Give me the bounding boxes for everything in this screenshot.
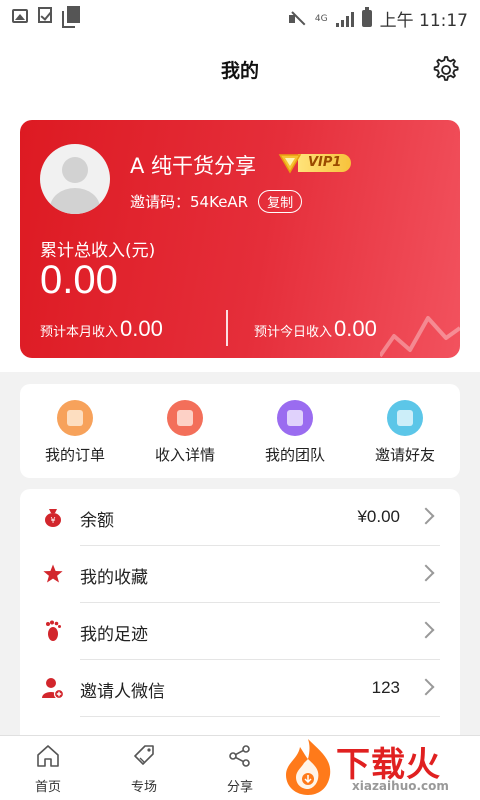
today-income-value: 0.00 [334, 316, 377, 341]
battery-icon [361, 7, 372, 27]
income-icon [167, 400, 203, 436]
chevron-right-icon [417, 507, 435, 525]
chevron-right-icon [417, 621, 435, 639]
tab-label: 分享 [226, 780, 253, 795]
avatar-head-shape [62, 157, 88, 183]
shortcut-team[interactable]: 我的团队 [240, 384, 350, 478]
today-income: 预计今日收入 0.00 [254, 316, 377, 342]
chart-line-decoration [380, 316, 460, 358]
total-income-value: 0.00 [40, 258, 118, 302]
order-icon [57, 400, 93, 436]
menu-item-inviter-wechat[interactable]: 邀请人微信 123 [20, 660, 460, 717]
image-icon [12, 9, 28, 23]
signal-icon [335, 11, 354, 27]
today-income-label: 预计今日收入 [254, 325, 333, 340]
menu-item-label: 邀请人微信 [80, 682, 165, 702]
menu-item-value: 123 [371, 678, 400, 697]
tab-share[interactable]: 分享 [210, 744, 270, 795]
status-time: 上午 11:17 [379, 11, 468, 31]
document-icon [67, 6, 80, 23]
user-add-icon [42, 678, 64, 699]
menu-item-label: 我的足迹 [80, 625, 148, 645]
notification-icons [12, 6, 80, 24]
svg-text:¥: ¥ [50, 516, 55, 525]
system-status: 4G 上午 11:17 [288, 6, 468, 31]
menu-item-balance[interactable]: ¥ 余额 ¥0.00 [20, 489, 460, 546]
network-label: 4G [314, 13, 328, 24]
month-income-value: 0.00 [120, 316, 163, 341]
shortcut-label: 邀请好友 [374, 446, 435, 464]
tag-icon [134, 745, 154, 765]
money-bag-icon: ¥ [45, 509, 61, 527]
page-title: 我的 [220, 60, 259, 82]
chevron-right-icon [417, 678, 435, 696]
shortcut-income[interactable]: 收入详情 [130, 384, 240, 478]
vip-shield-icon [278, 154, 302, 174]
mute-icon [288, 11, 307, 27]
flame-logo-icon [286, 739, 331, 795]
menu-item-label: 余额 [80, 511, 114, 531]
avatar-body-shape [50, 188, 100, 214]
menu-item-favorites[interactable]: 我的收藏 [20, 546, 460, 603]
tab-home[interactable]: 首页 [18, 744, 78, 795]
gear-icon[interactable] [430, 54, 460, 84]
divider [80, 716, 440, 717]
invite-code-row: 邀请码： 54KeAR 复制 [130, 190, 303, 213]
profile-section: A 纯干货分享 VIP1 邀请码： 54KeAR 复制 累计总收入(元) 0.0… [0, 104, 480, 372]
chevron-right-icon [417, 564, 435, 582]
tab-special[interactable]: 专场 [114, 744, 174, 795]
shortcut-label: 我的订单 [44, 446, 105, 464]
shortcut-label: 我的团队 [264, 446, 325, 464]
menu-item-value: ¥0.00 [357, 507, 400, 526]
menu-item-footprints[interactable]: 我的足迹 [20, 603, 460, 660]
invite-code-value: 54KeAR [190, 192, 249, 211]
gift-icon [387, 400, 423, 436]
page-header: 我的 [0, 34, 480, 104]
watermark: 下载火 xiazaihuo.com [280, 735, 480, 800]
invite-code-label: 邀请码： [130, 193, 191, 211]
shortcut-label: 收入详情 [154, 446, 215, 464]
avatar[interactable] [40, 144, 110, 214]
team-icon [277, 400, 313, 436]
vip-badge: VIP1 [278, 153, 352, 174]
income-divider [226, 310, 228, 346]
menu-list: ¥ 余额 ¥0.00 我的收藏 我的足迹 邀请人微信 123 [20, 489, 460, 735]
home-icon [37, 745, 59, 767]
share-icon [229, 745, 250, 767]
footprint-icon [46, 620, 61, 641]
copy-button[interactable]: 复制 [258, 190, 303, 213]
tab-label: 专场 [130, 780, 157, 795]
vip-label: VIP1 [298, 154, 352, 172]
month-income-label: 预计本月收入 [40, 325, 119, 340]
menu-item-label: 我的收藏 [80, 568, 148, 588]
checkbox-icon [38, 7, 52, 23]
watermark-site: xiazaihuo.com [352, 779, 449, 793]
tab-label: 首页 [34, 780, 61, 795]
month-income: 预计本月收入 0.00 [40, 316, 163, 342]
star-icon [43, 564, 63, 583]
profile-card: A 纯干货分享 VIP1 邀请码： 54KeAR 复制 累计总收入(元) 0.0… [20, 120, 460, 358]
username: A 纯干货分享 [130, 154, 257, 178]
shortcut-orders[interactable]: 我的订单 [20, 384, 130, 478]
shortcut-grid: 我的订单 收入详情 我的团队 邀请好友 [20, 384, 460, 478]
shortcut-invite[interactable]: 邀请好友 [350, 384, 460, 478]
status-bar: 4G 上午 11:17 [0, 0, 480, 34]
